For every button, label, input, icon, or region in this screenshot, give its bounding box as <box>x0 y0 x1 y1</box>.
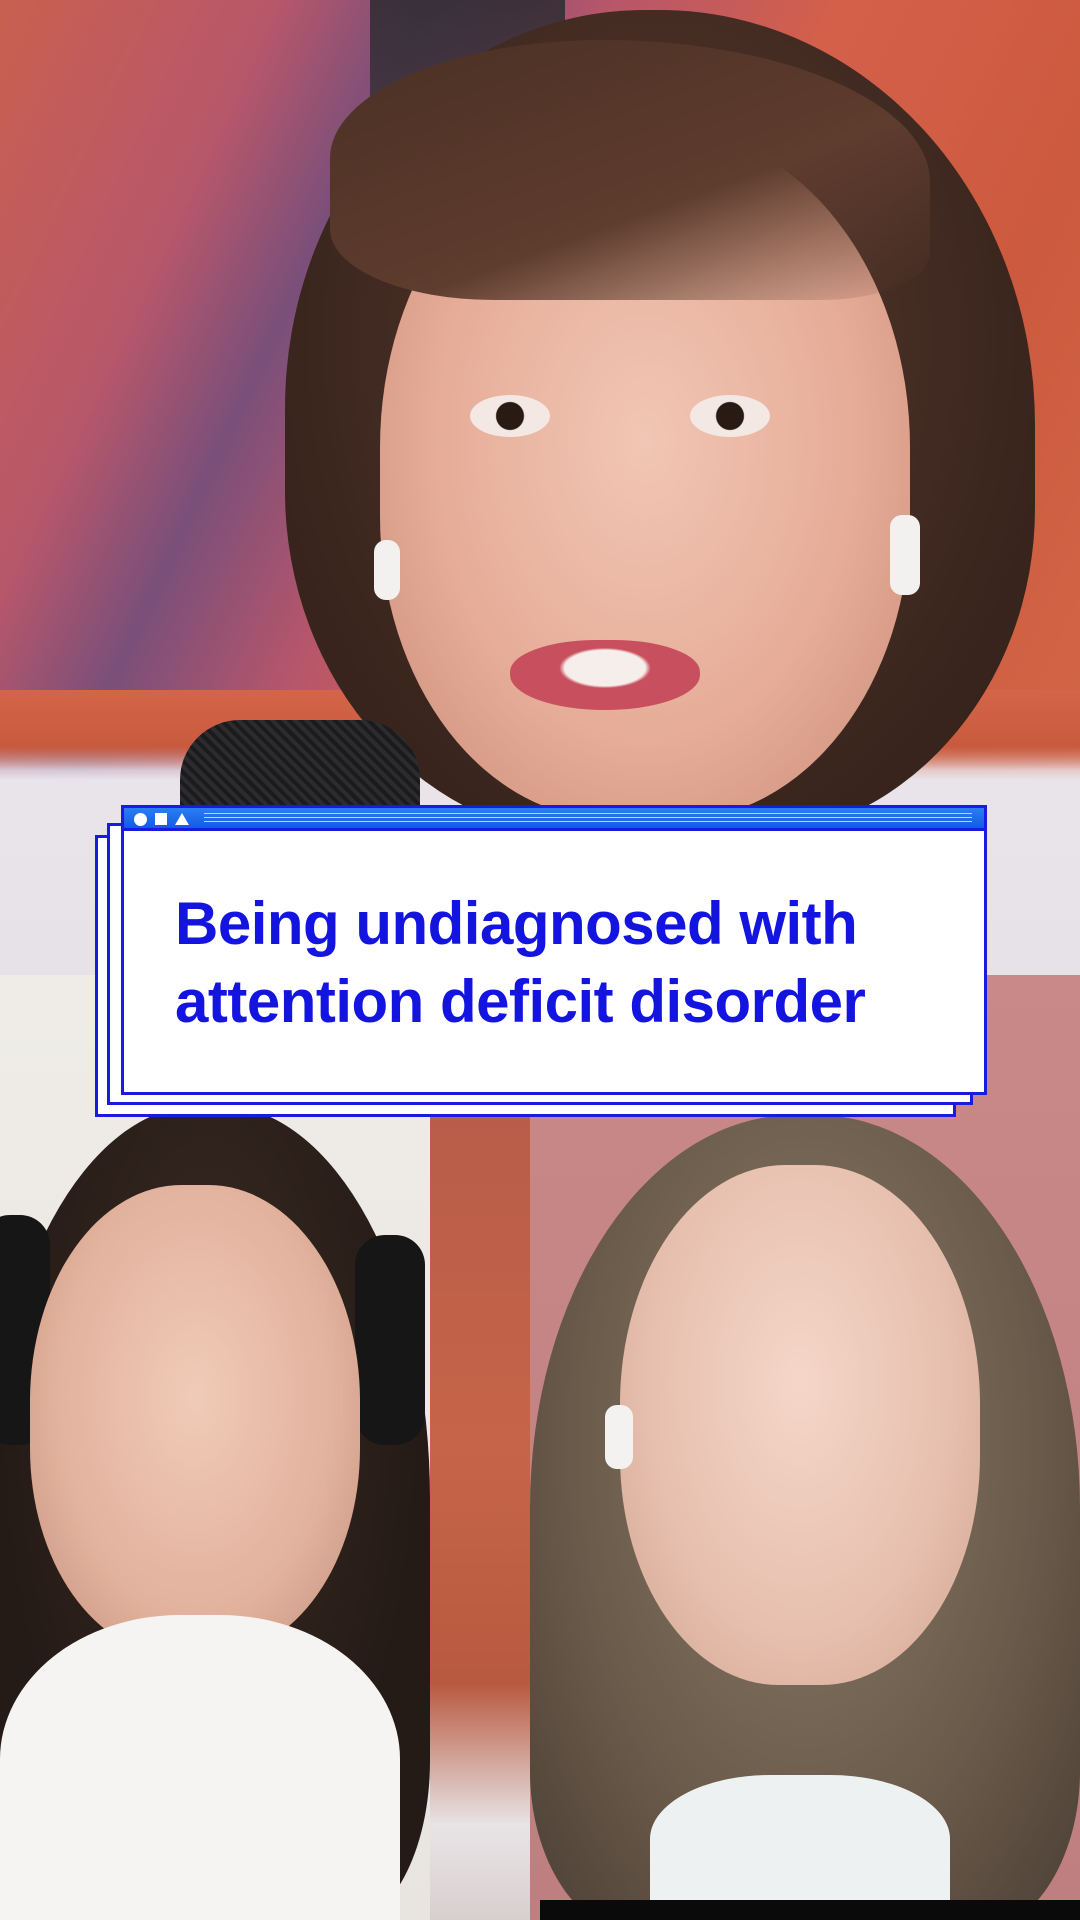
host-right-eye <box>690 395 770 437</box>
card-title-line-1: Being undiagnosed with <box>175 890 858 957</box>
title-card: Being undiagnosed with attention deficit… <box>95 805 987 1117</box>
earbud-icon <box>605 1405 633 1469</box>
headphone-icon <box>355 1235 425 1445</box>
guest-face <box>620 1165 980 1685</box>
guest-face <box>30 1185 360 1655</box>
earbud-icon <box>890 515 920 595</box>
host-mouth <box>510 640 700 710</box>
host-left-eye <box>470 395 550 437</box>
circle-icon <box>134 812 147 826</box>
letterbox-bar <box>540 1900 1080 1920</box>
triangle-icon <box>175 813 189 825</box>
guest-shirt <box>650 1775 950 1920</box>
titlebar-stripes <box>204 813 972 825</box>
card-titlebar <box>121 805 987 831</box>
card-title-line-2: attention deficit disorder <box>175 968 866 1035</box>
guest-shirt <box>0 1615 400 1920</box>
window-controls <box>134 811 189 827</box>
card-title: Being undiagnosed with attention deficit… <box>175 885 965 1041</box>
earbud-icon <box>374 540 400 600</box>
square-icon <box>155 813 167 825</box>
